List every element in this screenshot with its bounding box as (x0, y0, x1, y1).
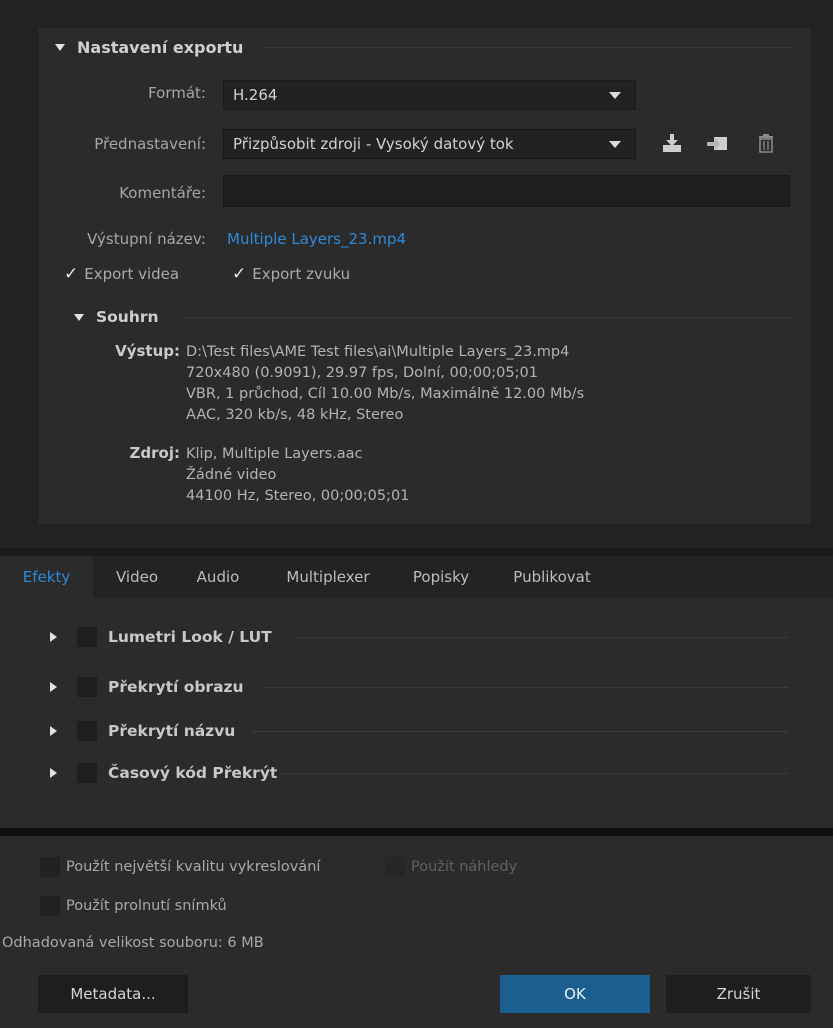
format-dropdown[interactable]: H.264 (223, 80, 636, 110)
use-previews-label: Použít náhledy (411, 859, 518, 875)
tab-audio[interactable]: Audio (183, 556, 253, 598)
cancel-button[interactable]: Zrušit (666, 975, 811, 1013)
estimated-size-value: 6 MB (227, 935, 264, 951)
effect-label: Časový kód Překrýt (108, 764, 278, 782)
summary-output-line: VBR, 1 průchod, Cíl 10.00 Mb/s, Maximáln… (186, 386, 585, 402)
effect-divider (262, 687, 788, 688)
summary-output-label: Výstup: (115, 342, 180, 360)
effect-checkbox[interactable] (77, 627, 97, 647)
checkbox-box[interactable] (385, 857, 405, 877)
format-label: Formát: (148, 84, 206, 102)
tab-efekty[interactable]: Efekty (0, 556, 93, 598)
chevron-down-icon (609, 92, 621, 99)
effect-divider (252, 731, 788, 732)
effect-divider (298, 637, 788, 638)
summary-source-line: Žádné video (186, 467, 277, 483)
effect-checkbox[interactable] (77, 721, 97, 741)
chevron-down-icon (609, 141, 621, 148)
effect-checkbox[interactable] (77, 677, 97, 697)
tab-popisky[interactable]: Popisky (396, 556, 486, 598)
estimated-size-label: Odhadovaná velikost souboru: (2, 935, 223, 951)
save-preset-icon[interactable] (661, 132, 683, 154)
preset-dropdown[interactable]: Přizpůsobit zdroji - Vysoký datový tok (223, 129, 636, 159)
preset-value: Přizpůsobit zdroji - Vysoký datový tok (233, 135, 514, 153)
effect-row-lumetri[interactable]: Lumetri Look / LUT (50, 624, 272, 650)
effect-checkbox[interactable] (77, 763, 97, 783)
collapse-triangle-icon[interactable] (55, 43, 65, 51)
format-value: H.264 (233, 86, 278, 104)
summary-source-line: 44100 Hz, Stereo, 00;00;05;01 (186, 488, 410, 504)
export-settings-header[interactable]: Nastavení exportu (55, 36, 243, 58)
expand-triangle-icon[interactable] (50, 768, 57, 778)
checkmark-icon: ✓ (232, 264, 247, 284)
summary-output-line: 720x480 (0.9091), 29.97 fps, Dolní, 00;0… (186, 365, 538, 381)
summary-output-line: D:\Test files\AME Test files\ai\Multiple… (186, 344, 570, 360)
export-video-checkbox[interactable]: ✓ Export videa (64, 264, 179, 284)
export-audio-checkbox[interactable]: ✓ Export zvuku (232, 264, 350, 284)
export-settings-title: Nastavení exportu (77, 37, 244, 57)
collapse-triangle-icon[interactable] (74, 313, 84, 321)
expand-triangle-icon[interactable] (50, 726, 57, 736)
checkmark-icon: ✓ (64, 264, 79, 284)
effect-row-name-overlay[interactable]: Překrytí názvu (50, 718, 235, 744)
summary-divider (182, 317, 790, 318)
ok-button[interactable]: OK (500, 975, 650, 1013)
export-video-label: Export videa (84, 265, 180, 283)
checkbox-box[interactable] (40, 857, 60, 877)
estimated-file-size: Odhadovaná velikost souboru: 6 MB (2, 935, 264, 951)
tab-video[interactable]: Video (103, 556, 171, 598)
effect-row-image-overlay[interactable]: Překrytí obrazu (50, 674, 244, 700)
effect-label: Překrytí obrazu (108, 678, 244, 696)
summary-title: Souhrn (96, 308, 159, 326)
expand-triangle-icon[interactable] (50, 632, 57, 642)
frame-blending-checkbox[interactable]: Použít prolnutí snímků (40, 896, 227, 916)
export-audio-label: Export zvuku (252, 265, 351, 283)
summary-output-details: D:\Test files\AME Test files\ai\Multiple… (186, 342, 584, 426)
delete-preset-icon[interactable] (755, 132, 777, 154)
import-preset-icon[interactable] (706, 132, 728, 154)
effect-label: Lumetri Look / LUT (108, 628, 272, 646)
metadata-button[interactable]: Metadata... (38, 975, 188, 1013)
tab-publikovat[interactable]: Publikovat (490, 556, 614, 598)
summary-source-label: Zdroj: (129, 444, 180, 462)
comments-input[interactable] (223, 175, 790, 207)
panel-divider (0, 828, 833, 836)
expand-triangle-icon[interactable] (50, 682, 57, 692)
frame-blending-label: Použít prolnutí snímků (66, 898, 227, 914)
summary-source-line: Klip, Multiple Layers.aac (186, 446, 363, 462)
max-render-quality-checkbox[interactable]: Použít největší kvalitu vykreslování (40, 857, 320, 877)
summary-source-details: Klip, Multiple Layers.aac Žádné video 44… (186, 444, 409, 507)
header-divider (262, 47, 792, 48)
comments-label: Komentáře: (119, 184, 206, 202)
use-previews-checkbox[interactable]: Použít náhledy (385, 857, 517, 877)
preset-label: Přednastavení: (94, 135, 206, 153)
max-render-quality-label: Použít největší kvalitu vykreslování (66, 859, 321, 875)
summary-output-line: AAC, 320 kb/s, 48 kHz, Stereo (186, 407, 404, 423)
output-name-label: Výstupní název: (87, 230, 206, 248)
effect-label: Překrytí názvu (108, 722, 236, 740)
tab-multiplexer[interactable]: Multiplexer (263, 556, 393, 598)
output-name-link[interactable]: Multiple Layers_23.mp4 (227, 230, 406, 248)
checkbox-box[interactable] (40, 896, 60, 916)
effect-divider (282, 773, 788, 774)
summary-header[interactable]: Souhrn (74, 306, 159, 328)
effect-row-timecode-overlay[interactable]: Časový kód Překrýt (50, 760, 277, 786)
